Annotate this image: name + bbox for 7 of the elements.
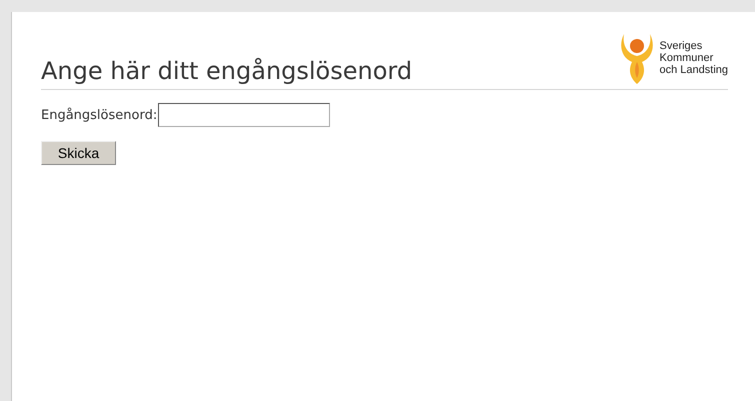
password-field[interactable] [158, 103, 330, 127]
submit-button[interactable]: Skicka [41, 141, 116, 165]
page-title: Ange här ditt engångslösenord [41, 57, 412, 85]
logo-text: och Landsting [660, 64, 728, 76]
logo-text: Sveriges [660, 40, 704, 52]
field-label: Engångslösenord: [41, 108, 158, 122]
logo-text: Kommuner [660, 52, 714, 64]
